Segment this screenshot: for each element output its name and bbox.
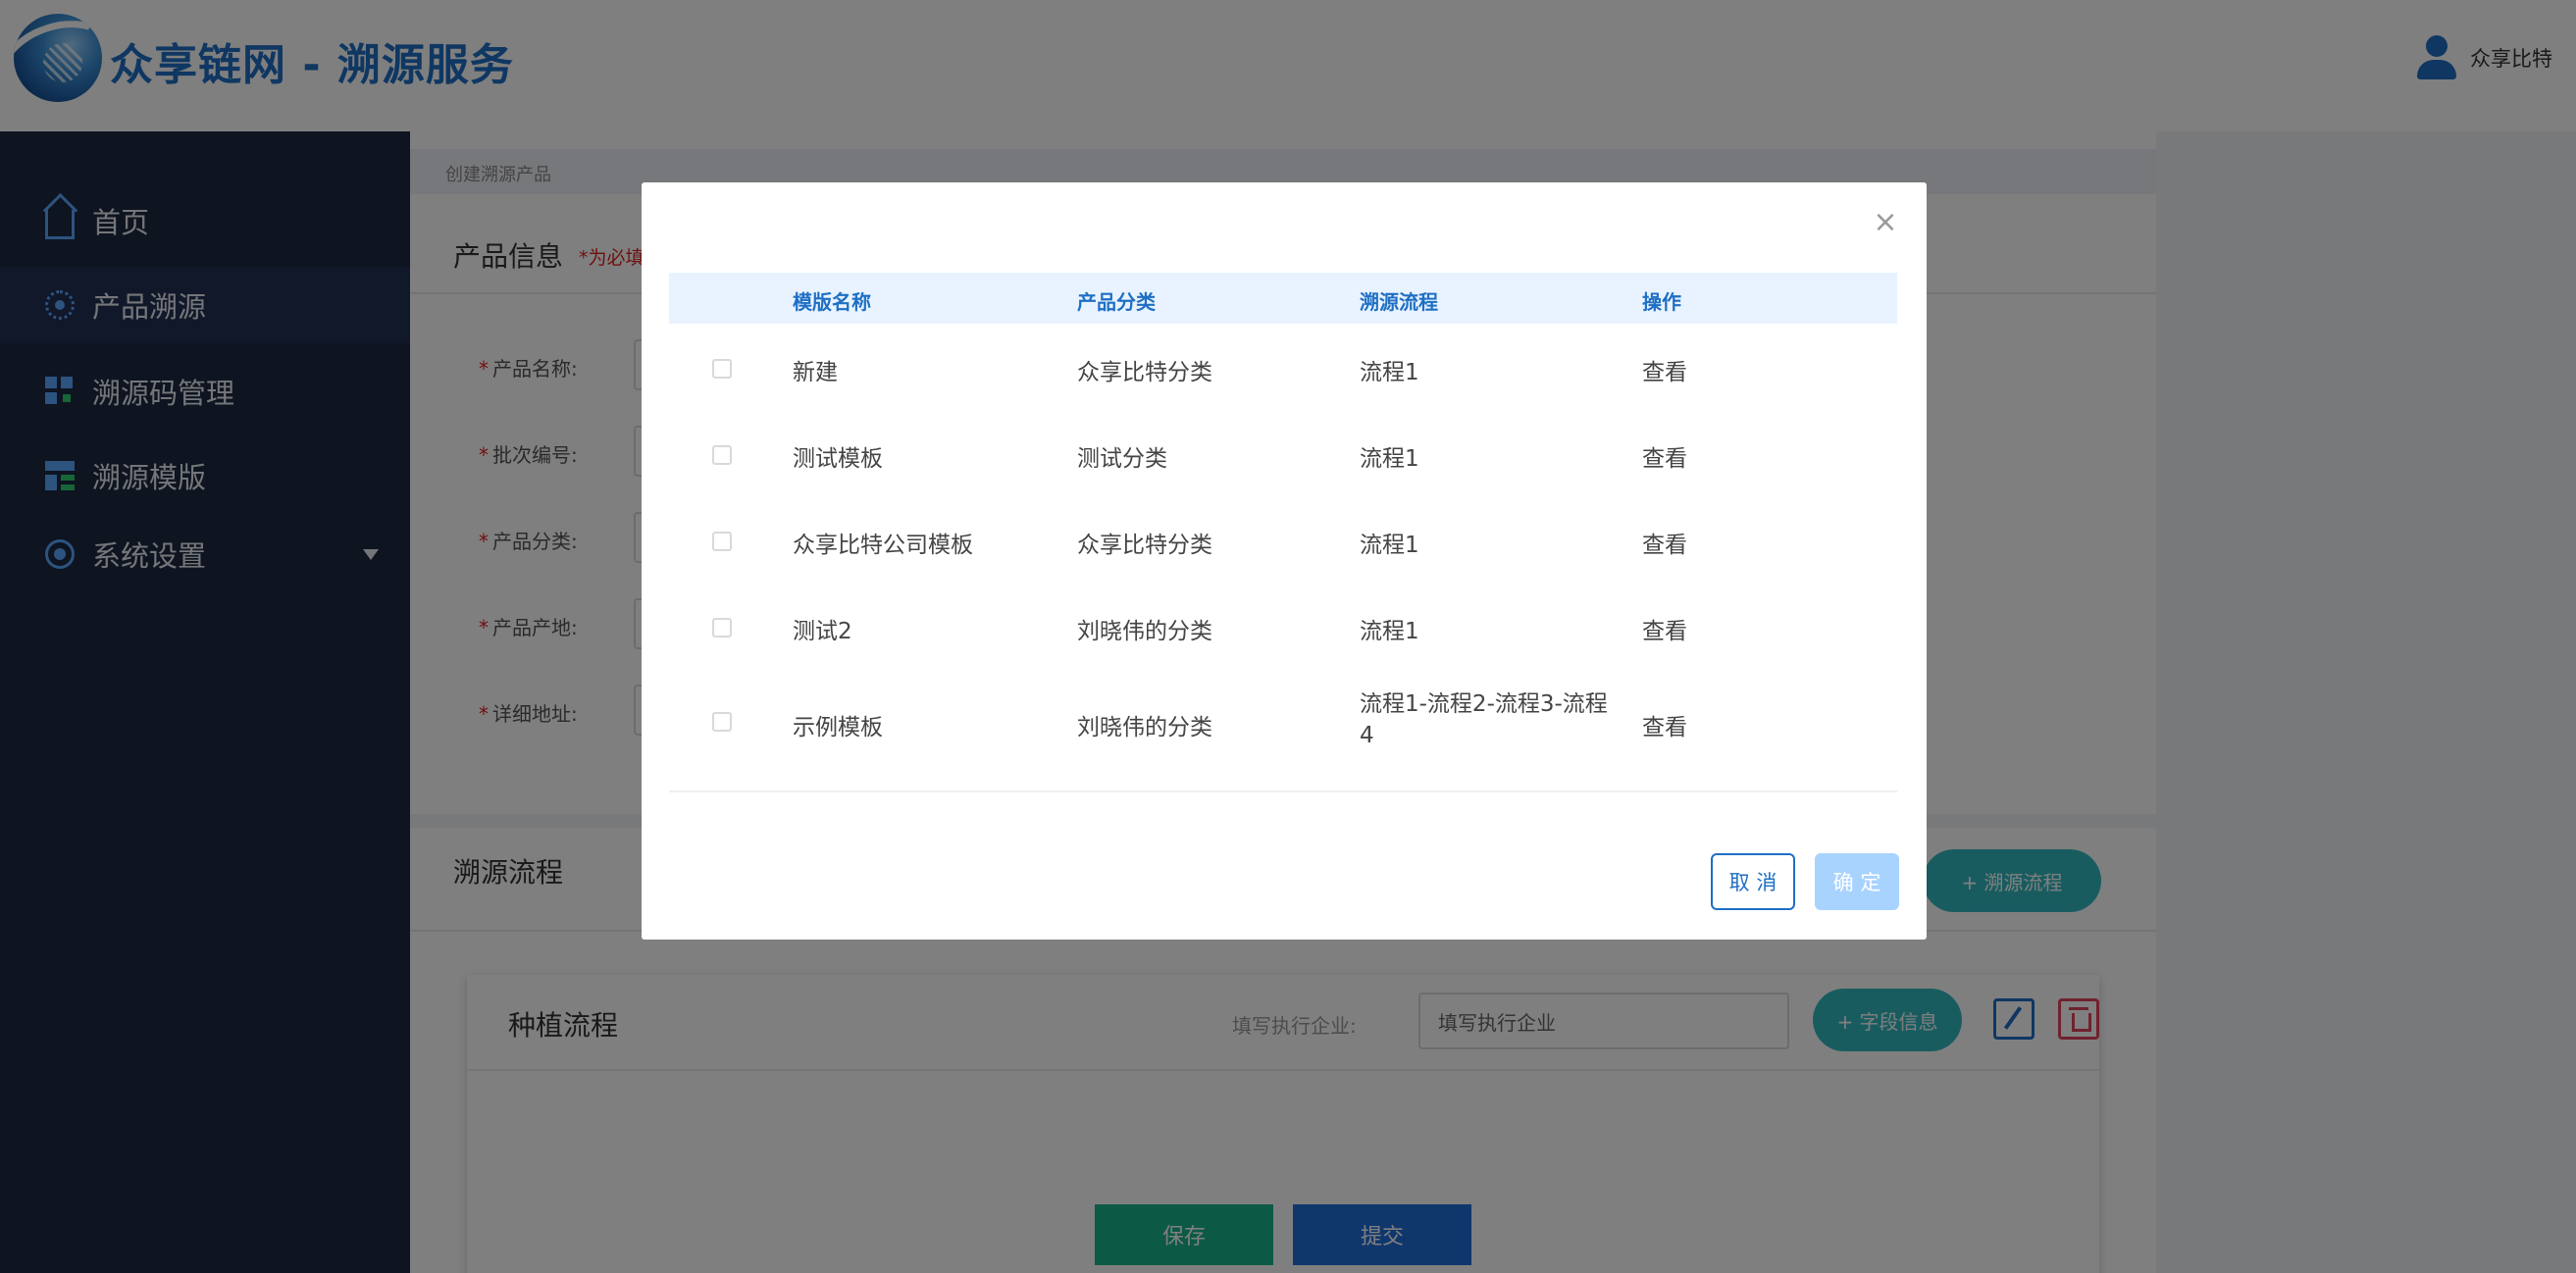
view-link[interactable]: 查看 [1642, 439, 1687, 473]
confirm-button[interactable]: 确 定 [1815, 853, 1899, 910]
cell-product-category: 刘晓伟的分类 [1077, 619, 1212, 644]
table-row: 测试模板 测试分类 流程1 查看 [669, 410, 1897, 496]
row-checkbox[interactable] [712, 712, 732, 732]
table-row: 示例模板 刘晓伟的分类 流程1-流程2-流程3-流程4 查看 [669, 669, 1897, 777]
cell-product-category: 众享比特分类 [1077, 533, 1212, 558]
table-row: 测试2 刘晓伟的分类 流程1 查看 [669, 583, 1897, 669]
cell-trace-flow: 流程1 [1360, 619, 1419, 644]
cell-template-name: 示例模板 [793, 715, 883, 740]
table-row: 新建 众享比特分类 流程1 查看 [669, 324, 1897, 410]
cell-trace-flow: 流程1-流程2-流程3-流程4 [1360, 691, 1608, 748]
table-header: 模版名称 产品分类 溯源流程 操作 [669, 273, 1897, 324]
row-checkbox[interactable] [712, 445, 732, 465]
divider [669, 790, 1897, 792]
table-row: 众享比特公司模板 众享比特分类 流程1 查看 [669, 496, 1897, 583]
cell-template-name: 测试2 [793, 619, 852, 644]
cell-trace-flow: 流程1 [1360, 446, 1419, 472]
cell-trace-flow: 流程1 [1360, 360, 1419, 385]
view-link[interactable]: 查看 [1642, 612, 1687, 645]
column-header-template-name: 模版名称 [793, 290, 871, 314]
column-header-trace-flow: 溯源流程 [1360, 290, 1438, 314]
row-checkbox[interactable] [712, 532, 732, 551]
cell-product-category: 众享比特分类 [1077, 360, 1212, 385]
view-link[interactable]: 查看 [1642, 353, 1687, 386]
row-checkbox[interactable] [712, 618, 732, 637]
column-header-action: 操作 [1642, 290, 1681, 314]
view-link[interactable]: 查看 [1642, 708, 1687, 741]
view-link[interactable]: 查看 [1642, 526, 1687, 559]
cell-product-category: 测试分类 [1077, 446, 1167, 472]
close-icon[interactable]: × [1866, 202, 1905, 241]
cell-template-name: 众享比特公司模板 [793, 533, 973, 558]
cell-template-name: 新建 [793, 360, 838, 385]
cell-product-category: 刘晓伟的分类 [1077, 715, 1212, 740]
cancel-button[interactable]: 取 消 [1711, 853, 1795, 910]
cell-trace-flow: 流程1 [1360, 533, 1419, 558]
row-checkbox[interactable] [712, 359, 732, 379]
template-select-modal: × 模版名称 产品分类 溯源流程 操作 新建 众享比特分类 流程1 查看 测试模… [642, 182, 1927, 940]
cell-template-name: 测试模板 [793, 446, 883, 472]
column-header-product-category: 产品分类 [1077, 290, 1156, 314]
